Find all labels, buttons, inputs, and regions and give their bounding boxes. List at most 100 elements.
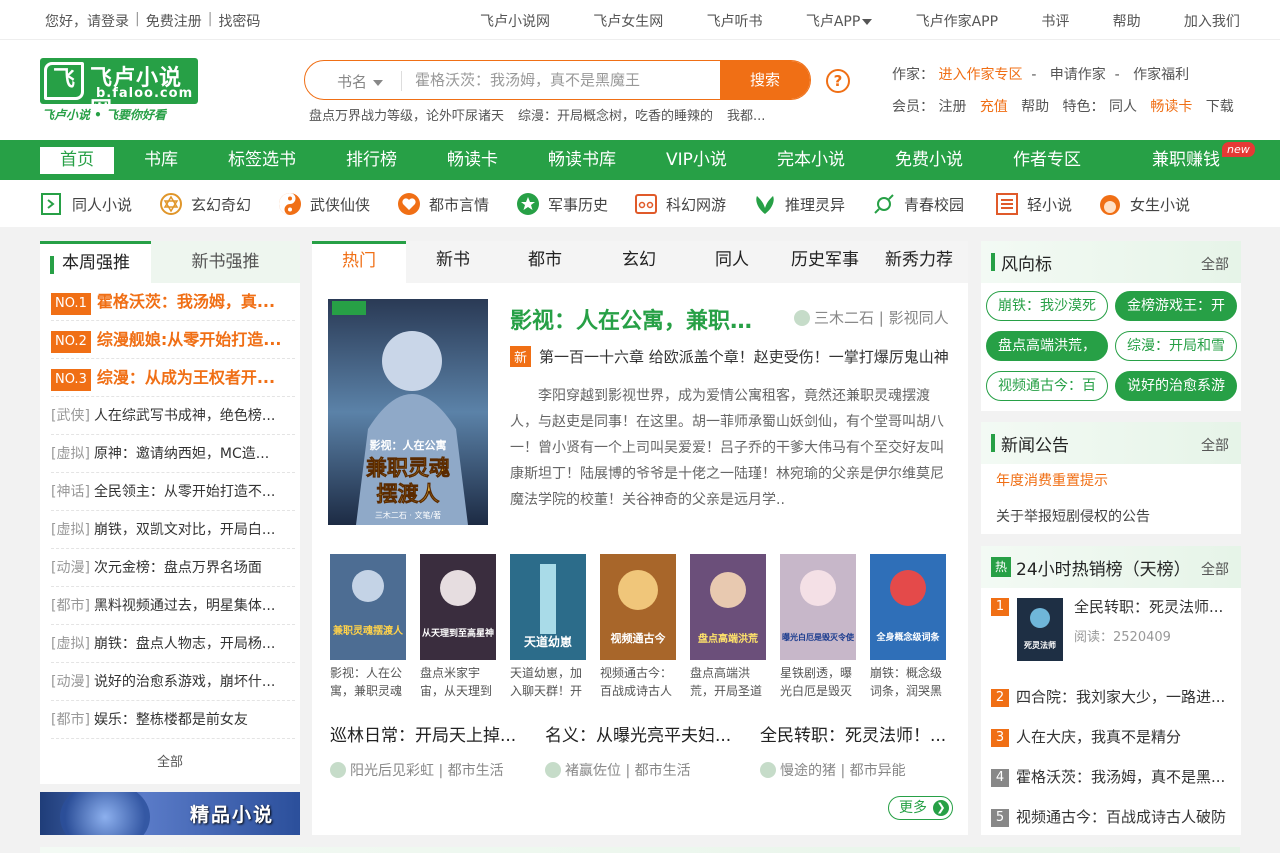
hot-24h-all-link[interactable]: 全部 — [1201, 559, 1229, 579]
member-register-link[interactable]: 注册 — [938, 99, 966, 115]
book-card[interactable]: 从天理到至高星神 盘点米家宇宙，从天理到 — [420, 554, 496, 700]
tab-new-recommend[interactable]: 新书强推 — [151, 241, 300, 283]
list-item[interactable]: [动漫] 次元金榜：盘点万界名场面 — [51, 549, 295, 587]
recharge-link[interactable]: 充值 — [980, 99, 1008, 115]
news-item[interactable]: 年度消费重置提示 — [996, 470, 1108, 490]
help-question-icon[interactable]: ? — [826, 69, 850, 93]
apply-author-link[interactable]: 申请作家 — [1050, 67, 1106, 83]
trend-all-link[interactable]: 全部 — [1201, 254, 1229, 274]
login-link[interactable]: 您好，请登录 — [45, 11, 129, 31]
recommend-book[interactable]: 全民转职：死灵法师！... 慢途的猪 | 都市异能 — [760, 721, 960, 780]
download-link[interactable]: 下载 — [1206, 99, 1234, 115]
tab-history-military[interactable]: 历史军事 — [778, 241, 872, 283]
tab-fantasy[interactable]: 玄幻 — [592, 241, 686, 283]
find-password-link[interactable]: 找密码 — [218, 11, 260, 31]
list-item[interactable]: [神话] 全民领主：从零开始打造不... — [51, 473, 295, 511]
news-item[interactable]: 关于举报短剧侵权的公告 — [996, 506, 1150, 526]
tab-tongren[interactable]: 同人 — [685, 241, 779, 283]
nav-card-library[interactable]: 畅读书库 — [548, 140, 616, 180]
top-link-author-app[interactable]: 飞卢作家APP — [916, 11, 998, 31]
category-wuxia[interactable]: 武侠仙侠 — [278, 192, 370, 216]
trend-pill[interactable]: 盘点高端洪荒， — [986, 331, 1108, 361]
nav-ranking[interactable]: 排行榜 — [346, 140, 397, 180]
top-link-girls[interactable]: 飞卢女生网 — [593, 11, 663, 31]
nav-home[interactable]: 首页 — [40, 147, 114, 174]
trend-pill[interactable]: 说好的治愈系游 — [1115, 371, 1237, 401]
nav-finished[interactable]: 完本小说 — [777, 140, 845, 180]
author-zone-link[interactable]: 进入作家专区 — [938, 67, 1022, 83]
featured-book-cover[interactable]: 影视：人在公寓 兼职灵魂 摆渡人 三木二石 · 文笔/著 — [328, 299, 488, 525]
author-welfare-link[interactable]: 作家福利 — [1133, 67, 1189, 83]
member-help-link[interactable]: 帮助 — [1021, 99, 1049, 115]
nav-author-zone[interactable]: 作者专区 — [1013, 140, 1081, 180]
trend-pill[interactable]: 金榜游戏王：开 — [1115, 291, 1237, 321]
list-item[interactable]: [都市] 黑料视频通过去，明星集体... — [51, 587, 295, 625]
category-tongren[interactable]: 同人小说 — [40, 192, 132, 216]
book-card[interactable]: 视频通古今 视频通古今：百战成诗古人 — [600, 554, 676, 700]
hot-rank-item[interactable]: 4 霍格沃茨：我汤姆，真不是黑... — [991, 766, 1231, 787]
nav-reading-card[interactable]: 畅读卡 — [447, 140, 498, 180]
tab-rookie[interactable]: 新秀力荐 — [872, 241, 966, 283]
left-all-link[interactable]: 全部 — [40, 751, 300, 770]
trend-pill[interactable]: 崩铁：我沙漠死 — [986, 291, 1108, 321]
category-fantasy[interactable]: 玄幻奇幻 — [159, 192, 251, 216]
category-scifi[interactable]: 科幻网游 — [634, 192, 726, 216]
list-item[interactable]: [动漫] 说好的治愈系游戏，崩坏什... — [51, 663, 295, 701]
top-link-app[interactable]: 飞卢APP — [806, 11, 873, 31]
tab-urban[interactable]: 都市 — [498, 241, 592, 283]
search-button[interactable]: 搜索 — [720, 61, 810, 99]
hot-rank-item[interactable]: 5 视频通古今：百战成诗古人破防 — [991, 806, 1231, 827]
hot-word[interactable]: 我都... — [727, 105, 765, 124]
book-card[interactable]: 曝光白厄是毁灭令使 星铁剧透，曝光白厄是毁灭 — [780, 554, 856, 700]
tab-new[interactable]: 新书 — [406, 241, 500, 283]
trend-pill[interactable]: 综漫：开局和雪 — [1115, 331, 1237, 361]
nav-library[interactable]: 书库 — [144, 140, 178, 180]
list-item[interactable]: NO.2 综漫舰娘:从零开始打造... — [51, 321, 295, 359]
top-link-join[interactable]: 加入我们 — [1184, 11, 1240, 31]
book-card[interactable]: 兼职灵魂摆渡人 影视：人在公寓，兼职灵魂 — [330, 554, 406, 700]
category-light-novel[interactable]: 轻小说 — [995, 192, 1072, 216]
list-item[interactable]: [都市] 娱乐：整栋楼都是前女友 — [51, 701, 295, 739]
book-card[interactable]: 天道幼崽 天道幼崽，加入聊天群！开 — [510, 554, 586, 700]
search-input[interactable] — [415, 67, 715, 93]
tongren-link[interactable]: 同人 — [1109, 99, 1137, 115]
featured-latest-chapter[interactable]: 新第一百一十六章 给欧派盖个章！赵吏受伤！一掌打爆厉鬼山神 — [510, 346, 950, 367]
news-all-link[interactable]: 全部 — [1201, 435, 1229, 455]
hot-rank-item[interactable]: 3 人在大庆，我真不是精分 — [991, 726, 1231, 747]
top-link-review[interactable]: 书评 — [1041, 11, 1069, 31]
tab-hot[interactable]: 热门 — [312, 241, 406, 283]
book-card[interactable]: 盘点高端洪荒 盘点高端洪荒，开局圣道 — [690, 554, 766, 700]
site-logo[interactable]: 飞 飞卢小说网 b.faloo.com 飞卢小说 • 飞要你好看 — [40, 58, 198, 124]
list-item[interactable]: [虚拟] 崩铁，双凯文对比，开局白... — [51, 511, 295, 549]
category-campus[interactable]: 青春校园 — [872, 192, 964, 216]
recommend-book[interactable]: 名义：从曝光亮平夫妇... 褚赢佐位 | 都市生活 — [545, 721, 745, 780]
nav-free[interactable]: 免费小说 — [895, 140, 963, 180]
top-link-help[interactable]: 帮助 — [1113, 11, 1141, 31]
trend-pill[interactable]: 视频通古今：百 — [986, 371, 1108, 401]
list-item[interactable]: [虚拟] 崩铁：盘点人物志，开局杨... — [51, 625, 295, 663]
search-type-select[interactable]: 书名 — [337, 71, 384, 92]
hot-word[interactable]: 盘点万界战力等级，论外吓尿诸天 — [309, 105, 504, 124]
hot-first-item[interactable]: 1 死灵法师 全民转职：死灵法师... 阅读：2520409 — [991, 596, 1231, 666]
more-button[interactable]: 更多 ❯ — [888, 796, 953, 820]
nav-part-time[interactable]: 兼职赚钱 — [1152, 140, 1220, 180]
top-link-faloo[interactable]: 飞卢小说网 — [480, 11, 550, 31]
category-female[interactable]: 女生小说 — [1098, 192, 1190, 216]
hot-word[interactable]: 综漫：开局概念树，吃香的睡辣的 — [518, 105, 713, 124]
list-item[interactable]: [虚拟] 原神：邀请纳西妲，MC造... — [51, 435, 295, 473]
featured-book-title[interactable]: 影视：人在公寓，兼职灵... — [510, 303, 768, 335]
category-military[interactable]: 军事历史 — [516, 192, 608, 216]
reading-card-link[interactable]: 畅读卡 — [1150, 99, 1192, 115]
top-link-audio[interactable]: 飞卢听书 — [707, 11, 763, 31]
nav-vip[interactable]: VIP小说 — [666, 140, 727, 180]
list-item[interactable]: NO.1 霍格沃茨：我汤姆，真... — [51, 283, 295, 321]
register-link[interactable]: 免费注册 — [146, 11, 202, 31]
premium-novel-banner[interactable]: 精品小说 — [40, 792, 300, 835]
category-mystery[interactable]: 推理灵异 — [753, 192, 845, 216]
tab-weekly-recommend[interactable]: 本周强推 — [40, 241, 151, 283]
book-card[interactable]: 全身概念级词条 崩铁：概念级词条，润哭黑 — [870, 554, 946, 700]
recommend-book[interactable]: 巡林日常：开局天上掉... 阳光后见彩虹 | 都市生活 — [330, 721, 530, 780]
nav-tags[interactable]: 标签选书 — [228, 140, 296, 180]
list-item[interactable]: [武侠] 人在综武写书成神，绝色榜... — [51, 397, 295, 435]
category-urban[interactable]: 都市言情 — [397, 192, 489, 216]
